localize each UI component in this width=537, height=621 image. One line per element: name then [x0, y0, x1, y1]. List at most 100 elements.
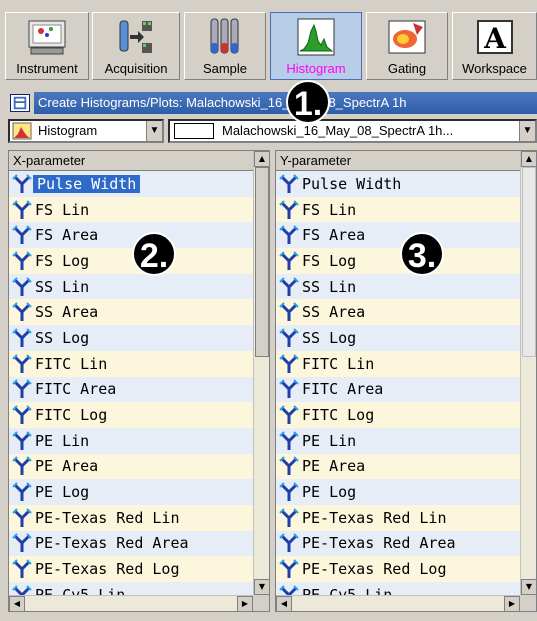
list-item-label: PE-Texas Red Log — [302, 560, 447, 579]
scroll-corner — [520, 595, 536, 611]
list-item-label: PE-Texas Red Area — [302, 534, 456, 553]
list-item-label: SS Lin — [35, 277, 90, 296]
toolbar-button-gating[interactable]: Gating — [366, 12, 448, 80]
dataset-value: Malachowski_16_May_08_SpectrA 1h... — [222, 123, 454, 138]
list-item-label: SS Log — [35, 328, 90, 347]
list-item[interactable]: SS Log — [9, 325, 253, 351]
callout-2: 2. — [132, 232, 176, 276]
y-horizontal-scrollbar[interactable]: ◀ ▶ — [276, 595, 520, 612]
x-vertical-scrollbar[interactable]: ▲ ▼ — [253, 151, 270, 595]
y-parameter-list[interactable]: Y-parameter Pulse Width FS Lin FS Area FS L… — [275, 150, 537, 612]
antibody-icon — [279, 482, 299, 502]
scroll-right-arrow-icon[interactable]: ▶ — [504, 596, 520, 612]
list-item[interactable]: PE-Texas Red Lin — [276, 504, 520, 531]
list-item[interactable]: PE-Texas Red Area — [9, 530, 253, 557]
list-item[interactable]: PE Lin — [276, 427, 520, 454]
list-item[interactable]: FS Log — [276, 248, 520, 274]
x-parameter-list[interactable]: X-parameter Pulse Width FS Lin FS Area FS L… — [8, 150, 270, 612]
antibody-icon — [279, 302, 299, 322]
list-item[interactable]: Pulse Width — [276, 171, 520, 197]
list-item-label: SS Area — [35, 303, 99, 322]
antibody-icon — [12, 379, 32, 399]
list-item[interactable]: PE Area — [9, 453, 253, 480]
list-item-label: FS Area — [302, 226, 366, 245]
list-item[interactable]: PE-Cy5 Lin — [9, 582, 253, 595]
list-item[interactable]: FS Log — [9, 248, 253, 274]
plot-type-combo[interactable]: Histogram ▼ — [8, 119, 164, 143]
list-item[interactable]: SS Area — [276, 299, 520, 326]
antibody-icon — [12, 533, 32, 553]
toolbar-button-histogram[interactable]: Histogram — [270, 12, 362, 80]
scroll-up-arrow-icon[interactable]: ▲ — [254, 151, 270, 167]
scroll-left-arrow-icon[interactable]: ◀ — [276, 596, 292, 612]
list-item-label: PE Log — [302, 483, 357, 502]
antibody-icon — [12, 174, 32, 193]
antibody-icon — [12, 225, 32, 245]
sample-tubes-icon — [210, 18, 239, 54]
list-item[interactable]: SS Lin — [9, 273, 253, 300]
list-item[interactable]: FITC Log — [276, 402, 520, 428]
antibody-icon — [12, 353, 32, 373]
list-item[interactable]: FS Area — [276, 222, 520, 249]
list-item[interactable]: PE-Cy5 Lin — [276, 582, 520, 595]
list-item-label: PE Area — [302, 457, 366, 476]
list-item-label: SS Log — [302, 328, 357, 347]
list-item[interactable]: SS Lin — [276, 273, 520, 300]
list-item[interactable]: SS Area — [9, 299, 253, 326]
y-parameter-header: Y-parameter — [276, 151, 520, 171]
list-item[interactable]: SS Log — [276, 325, 520, 351]
list-item[interactable]: PE-Texas Red Area — [276, 530, 520, 557]
antibody-icon — [279, 533, 299, 553]
list-item[interactable]: FITC Area — [9, 376, 253, 403]
list-item-label: PE Lin — [302, 431, 357, 450]
list-item[interactable]: FITC Lin — [9, 350, 253, 377]
list-item-label: PE-Texas Red Area — [35, 534, 189, 553]
antibody-icon — [12, 199, 32, 219]
list-item[interactable]: FS Area — [9, 222, 253, 249]
y-vertical-scrollbar[interactable]: ▲ ▼ — [520, 151, 537, 595]
chevron-down-icon[interactable]: ▼ — [519, 121, 535, 141]
antibody-icon — [12, 482, 32, 502]
antibody-icon — [279, 508, 299, 527]
title-bar: Create Histograms/Plots: Malachowski_16_… — [8, 92, 537, 114]
scroll-right-arrow-icon[interactable]: ▶ — [237, 596, 253, 612]
toolbar-button-sample[interactable]: Sample — [184, 12, 266, 80]
color-swatch — [174, 123, 214, 139]
scroll-up-arrow-icon[interactable]: ▲ — [521, 151, 537, 167]
list-item[interactable]: PE-Texas Red Log — [276, 556, 520, 582]
antibody-icon — [279, 559, 299, 579]
list-item[interactable]: PE Lin — [9, 427, 253, 454]
antibody-icon — [12, 302, 32, 322]
list-item-label: FITC Log — [302, 406, 375, 425]
toolbar-label-histogram: Histogram — [286, 61, 346, 76]
list-item[interactable]: PE Area — [276, 453, 520, 480]
list-item-label: PE Lin — [35, 431, 90, 450]
list-item[interactable]: PE Log — [9, 479, 253, 505]
list-item[interactable]: FITC Log — [9, 402, 253, 428]
scroll-down-arrow-icon[interactable]: ▼ — [254, 579, 270, 595]
list-item[interactable]: PE Log — [276, 479, 520, 505]
list-item-label: FS Log — [302, 251, 357, 270]
dataset-combo[interactable]: Malachowski_16_May_08_SpectrA 1h... ▼ — [168, 119, 537, 143]
toolbar-button-workspace[interactable]: A Workspace — [452, 12, 537, 80]
scroll-thumb[interactable] — [255, 167, 269, 357]
x-horizontal-scrollbar[interactable]: ◀ ▶ — [9, 595, 253, 612]
toolbar-label-acquisition: Acquisition — [104, 61, 168, 76]
list-item[interactable]: FITC Lin — [276, 350, 520, 377]
document-icon[interactable] — [10, 94, 30, 112]
list-item-label: FS Lin — [35, 200, 90, 219]
antibody-icon — [12, 251, 32, 270]
list-item[interactable]: Pulse Width — [9, 171, 253, 197]
antibody-icon — [12, 405, 32, 425]
scroll-left-arrow-icon[interactable]: ◀ — [9, 596, 25, 612]
chevron-down-icon[interactable]: ▼ — [146, 121, 162, 141]
toolbar-button-instrument[interactable]: Instrument — [5, 12, 89, 80]
scroll-thumb[interactable] — [522, 167, 536, 357]
list-item[interactable]: PE-Texas Red Lin — [9, 504, 253, 531]
scroll-down-arrow-icon[interactable]: ▼ — [521, 579, 537, 595]
list-item[interactable]: FS Lin — [9, 196, 253, 223]
toolbar-button-acquisition[interactable]: Acquisition — [92, 12, 180, 80]
list-item[interactable]: PE-Texas Red Log — [9, 556, 253, 582]
list-item[interactable]: FS Lin — [276, 196, 520, 223]
list-item[interactable]: FITC Area — [276, 376, 520, 403]
